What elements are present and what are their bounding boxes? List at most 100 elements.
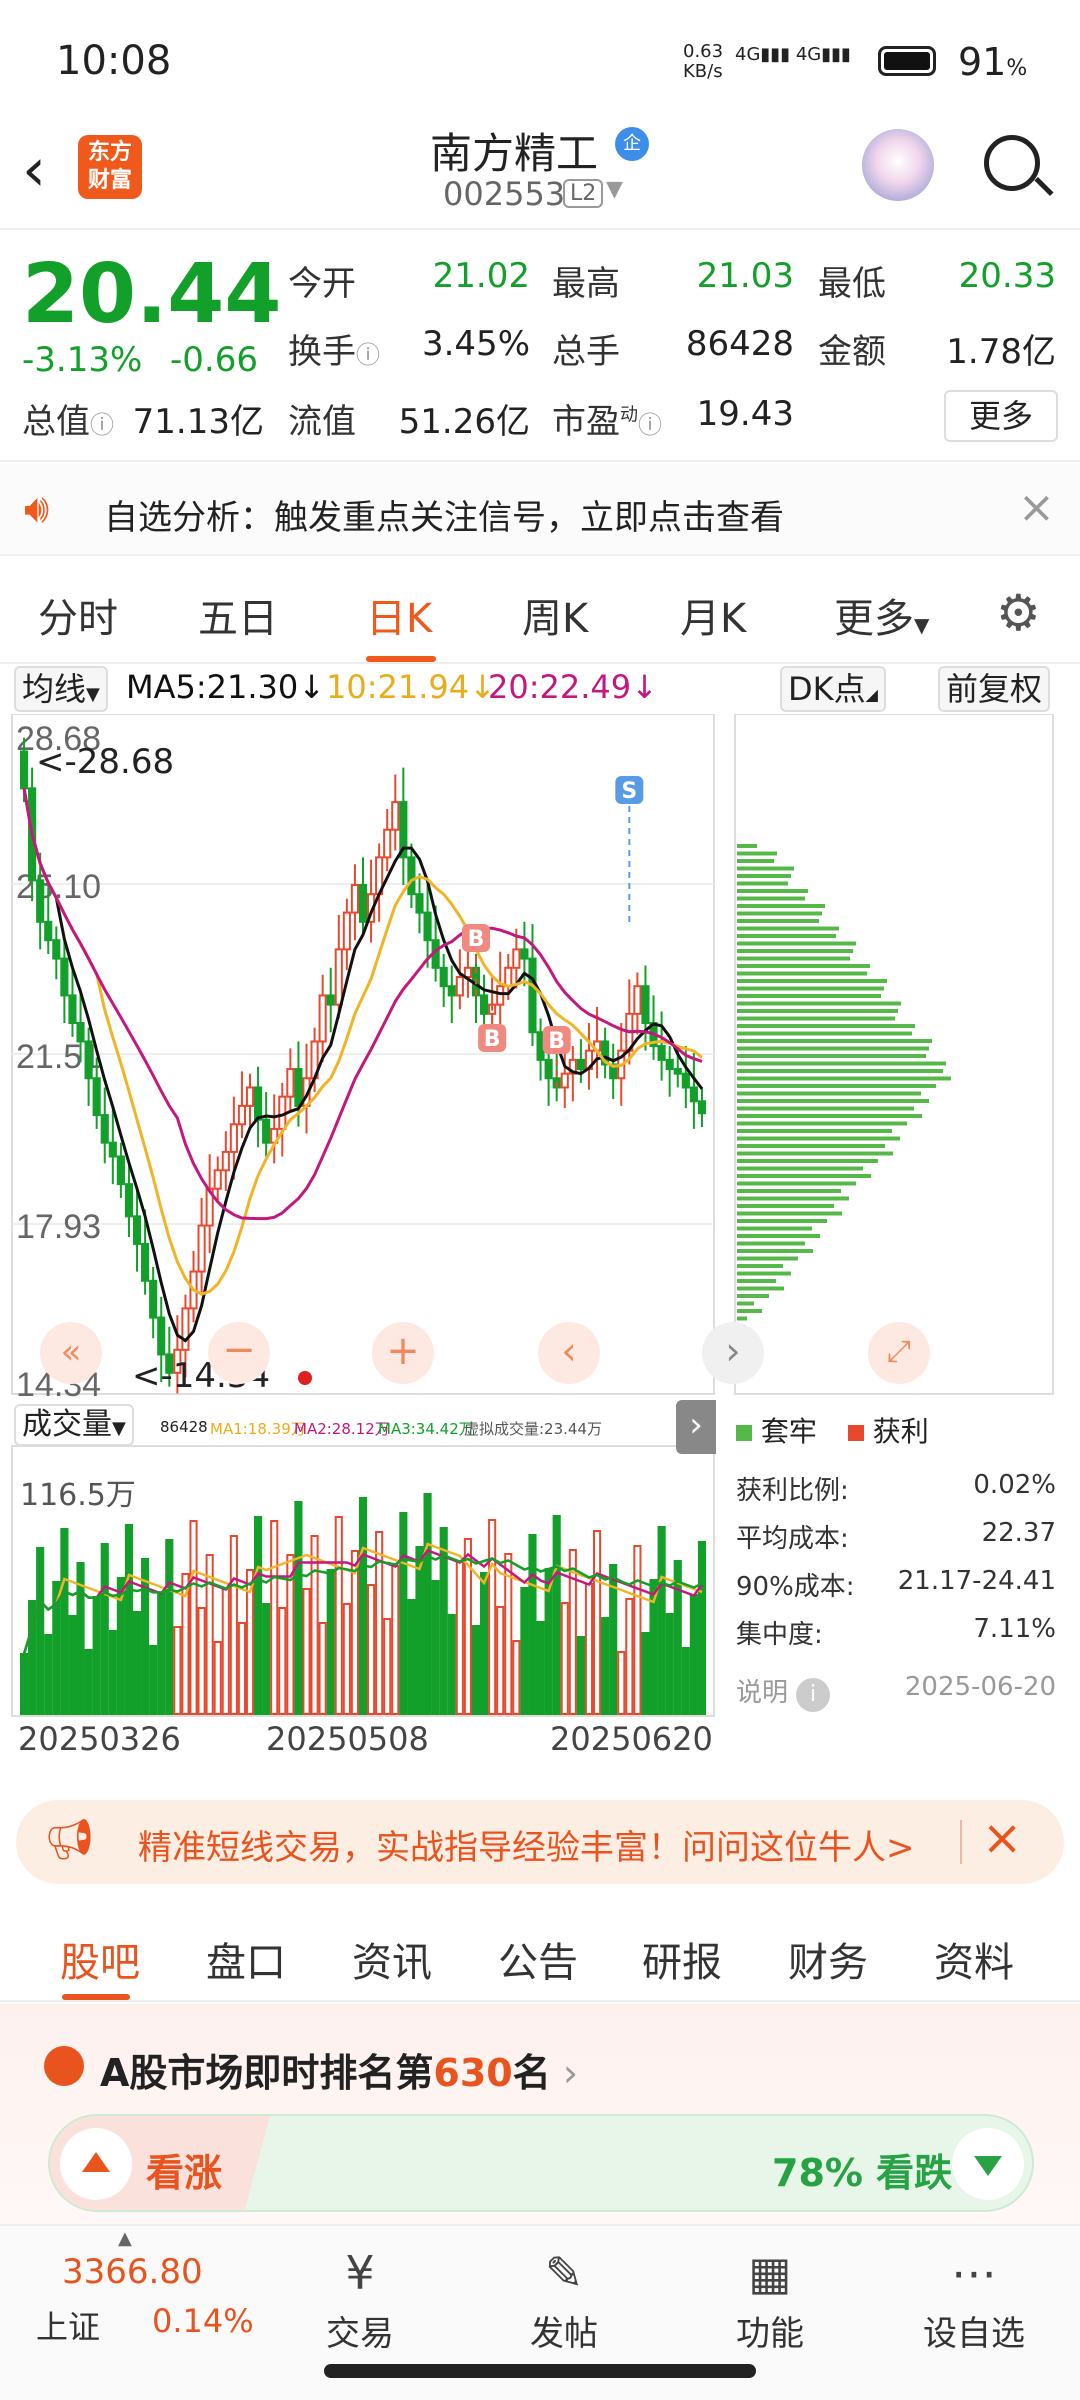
- rank-link[interactable]: A股市场即时排名第630名 ›: [100, 2042, 578, 2097]
- event-dot: [298, 1371, 312, 1385]
- tab-daily-k[interactable]: 日K: [366, 586, 432, 644]
- tab-more-label: 更多: [834, 596, 914, 642]
- nav-post[interactable]: ✎ 发帖: [484, 2246, 644, 2355]
- battery-value: 91: [958, 40, 1007, 84]
- info-icon[interactable]: ⓘ: [638, 411, 662, 439]
- volume-bar: [294, 1501, 303, 1715]
- tab-finance[interactable]: 财务: [788, 1930, 868, 1988]
- bullish-up-icon[interactable]: [60, 2128, 132, 2200]
- index-value[interactable]: 3366.80: [62, 2252, 203, 2292]
- candle-body: [19, 750, 29, 790]
- down-arrow-icon: ↓: [298, 668, 326, 706]
- volume-bar: [173, 1626, 182, 1715]
- tab-5day[interactable]: 五日: [198, 586, 278, 644]
- zoom-in-button[interactable]: +: [372, 1322, 434, 1384]
- tab-news[interactable]: 资讯: [352, 1930, 432, 1988]
- volume-bar: [132, 1611, 142, 1715]
- tab-announcements[interactable]: 公告: [498, 1930, 578, 1988]
- promo-banner[interactable]: 📢︎ 精准短线交易，实战指导经验丰富！问问这位牛人> ×: [16, 1800, 1064, 1884]
- nav-add-watchlist[interactable]: ⋯ 设自选: [894, 2246, 1054, 2355]
- adjust-selector[interactable]: 前复权: [938, 666, 1051, 712]
- volume-bar: [407, 1599, 416, 1715]
- dropdown-icon: ▼: [112, 1418, 126, 1439]
- change-amount: -0.66: [170, 340, 258, 380]
- volume-bar: [84, 1649, 93, 1715]
- candle-body: [124, 1183, 134, 1218]
- ma-selector[interactable]: 均线▼: [14, 666, 108, 712]
- chip-bar: [737, 1099, 929, 1103]
- stock-code: 002553: [443, 175, 566, 213]
- info-icon[interactable]: i: [796, 1678, 831, 1712]
- tab-profile[interactable]: 资料: [934, 1930, 1014, 1988]
- volume-bar: [528, 1534, 537, 1715]
- app-logo[interactable]: 东方 财富: [78, 135, 142, 199]
- prev-button[interactable]: ‹: [538, 1322, 600, 1384]
- chip-bar: [737, 919, 819, 923]
- pe-sup: 动: [620, 404, 638, 426]
- amount-label: 金额: [818, 332, 886, 372]
- dropdown-icon: ▼: [86, 684, 100, 705]
- close-icon[interactable]: ×: [1018, 482, 1055, 533]
- volume-bar: [488, 1519, 497, 1715]
- watchlist-analysis-banner[interactable]: 🔊︎ 自选分析：触发重点关注信号，立即点击查看 ×: [0, 464, 1080, 556]
- l2-badge[interactable]: L2: [563, 179, 604, 208]
- chip-bar: [737, 844, 757, 848]
- candle-body: [262, 1118, 271, 1144]
- note-label[interactable]: 说明: [736, 1678, 788, 1708]
- tab-intraday[interactable]: 分时: [38, 586, 118, 644]
- volume-bar: [568, 1549, 577, 1715]
- gear-icon[interactable]: ⚙: [996, 584, 1041, 642]
- candle-body: [544, 1058, 553, 1080]
- open-label: 今开: [288, 264, 356, 304]
- tab-guba[interactable]: 股吧: [60, 1930, 140, 1988]
- volume-bar: [576, 1636, 585, 1715]
- tab-research[interactable]: 研报: [642, 1930, 722, 1988]
- y-axis-label: 17.93: [16, 1208, 101, 1246]
- home-indicator[interactable]: [324, 2364, 756, 2378]
- candle-body: [512, 948, 521, 969]
- stat-row: 平均成本: 22.37: [736, 1518, 1056, 1555]
- chip-bar: [737, 1286, 784, 1291]
- volume-bar: [512, 1640, 521, 1715]
- indicator-next-button[interactable]: ›: [676, 1400, 716, 1454]
- expand-caret-icon[interactable]: ▲: [118, 2228, 132, 2249]
- candle-body: [229, 1123, 238, 1153]
- tab-monthly-k[interactable]: 月K: [680, 586, 746, 644]
- tab-panko[interactable]: 盘口: [206, 1930, 286, 1988]
- bullish-label[interactable]: 看涨: [146, 2142, 222, 2197]
- volume-value: 86428: [685, 324, 794, 364]
- search-icon[interactable]: [984, 135, 1040, 191]
- close-icon[interactable]: ×: [982, 1810, 1022, 1866]
- sell-signal-label: S: [621, 779, 637, 804]
- more-button[interactable]: 更多: [944, 390, 1058, 442]
- date-label: 20250620: [550, 1720, 713, 1758]
- candle-body: [334, 948, 343, 1006]
- stat-label: 平均成本:: [736, 1524, 849, 1554]
- candle-body: [504, 966, 513, 988]
- fast-back-button[interactable]: «: [40, 1322, 102, 1384]
- nav-functions[interactable]: ▦ 功能: [690, 2246, 850, 2355]
- volume-selector[interactable]: 成交量▼: [14, 1404, 134, 1446]
- info-icon[interactable]: ⓘ: [356, 341, 380, 369]
- rank-section: A股市场即时排名第630名 › 看涨 78% 看跌: [0, 2004, 1080, 2224]
- next-button[interactable]: ›: [702, 1322, 764, 1384]
- zoom-out-button[interactable]: −: [208, 1322, 270, 1384]
- candle-body: [423, 911, 432, 942]
- turnover-label: 换手ⓘ: [288, 324, 380, 373]
- info-icon[interactable]: ⓘ: [90, 411, 114, 439]
- bearish-label[interactable]: 78% 看跌: [772, 2142, 952, 2197]
- volume-bar: [302, 1588, 311, 1715]
- tab-weekly-k[interactable]: 周K: [522, 586, 588, 644]
- ma5-text: MA5:21.30: [126, 668, 299, 706]
- code-dropdown-icon[interactable]: ▼: [606, 177, 623, 202]
- fullscreen-icon[interactable]: ⤢: [868, 1322, 930, 1384]
- ai-assistant-avatar[interactable]: [862, 129, 934, 201]
- float-cap-value: 51.26亿: [398, 402, 530, 442]
- back-arrow-icon[interactable]: ‹: [22, 135, 46, 205]
- chip-bar: [737, 1151, 893, 1156]
- nav-trade[interactable]: ¥ 交易: [280, 2246, 440, 2355]
- bearish-down-icon[interactable]: [952, 2128, 1024, 2200]
- volume-bar: [254, 1516, 263, 1715]
- dk-point-selector[interactable]: DK点◢: [780, 666, 886, 712]
- tab-more[interactable]: 更多▼: [834, 586, 929, 644]
